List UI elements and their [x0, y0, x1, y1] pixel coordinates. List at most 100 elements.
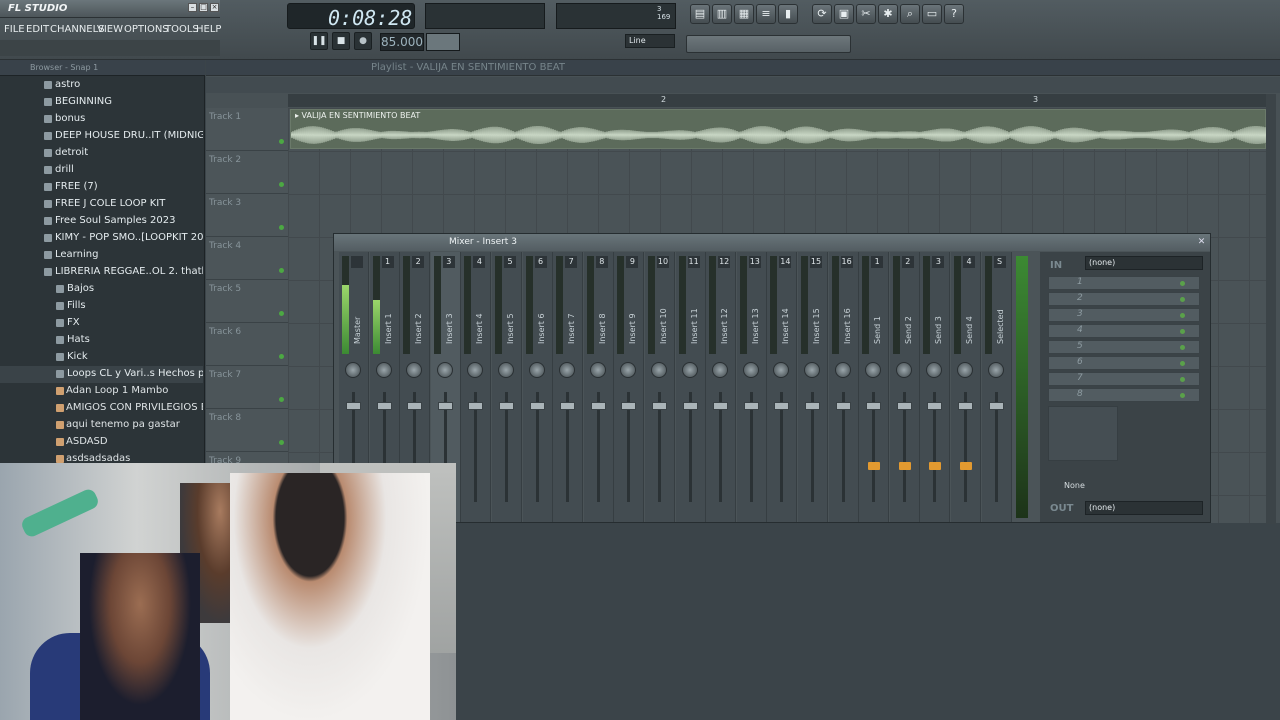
track-mute-led[interactable] [279, 268, 284, 273]
volume-fader-handle[interactable] [407, 402, 423, 410]
browser-item[interactable]: Hats [0, 332, 203, 349]
mixer-icon[interactable]: ≡ [756, 4, 776, 24]
pan-knob[interactable] [436, 362, 453, 378]
mixer-channel[interactable]: 14 Insert 14 [767, 252, 798, 522]
tools-icon[interactable]: ✂ [856, 4, 876, 24]
mixer-channel[interactable]: 2 Send 2 [889, 252, 920, 522]
minimize-icon[interactable]: – [188, 3, 197, 12]
channel-rack-icon[interactable]: ▦ [734, 4, 754, 24]
volume-fader-handle[interactable] [652, 402, 667, 410]
notes-icon[interactable]: ▭ [922, 4, 942, 24]
pattern-selector[interactable] [426, 33, 460, 51]
track-header[interactable]: Track 1 [206, 108, 288, 151]
effect-slot[interactable]: 7 [1048, 372, 1200, 386]
track-header[interactable]: Track 3 [206, 194, 288, 237]
volume-fader-handle[interactable] [529, 402, 545, 410]
mixer-tools-icon[interactable]: ✱ [878, 4, 898, 24]
browser-item[interactable]: BEGINNING [0, 94, 203, 111]
browser-item[interactable]: Fills [0, 298, 203, 315]
browser-item[interactable]: Bajos [0, 281, 203, 298]
mixer-title-bar[interactable]: Mixer - Insert 3 ✕ [334, 234, 1210, 251]
browser-item[interactable]: aqui tenemo pa gastar [0, 417, 203, 434]
pan-knob[interactable] [865, 362, 882, 378]
help-icon[interactable]: ? [944, 4, 964, 24]
volume-fader-handle[interactable] [499, 402, 514, 410]
browser-item[interactable]: Kick [0, 349, 203, 366]
browser-item[interactable]: LIBRERIA REGGAE..OL 2. thatboyr [0, 264, 203, 281]
mixer-channel[interactable]: 9 Insert 9 [614, 252, 645, 522]
slot-enable-led[interactable] [1180, 313, 1185, 318]
pan-knob[interactable] [467, 362, 484, 378]
browser-icon[interactable]: ▮ [778, 4, 798, 24]
pan-knob[interactable] [712, 362, 729, 378]
mixer-channel[interactable]: 5 Insert 5 [492, 252, 522, 522]
browser-item[interactable]: bonus [0, 111, 203, 128]
volume-fader-handle[interactable] [682, 402, 698, 410]
menu-file[interactable]: FILE [4, 24, 25, 35]
browser-item[interactable]: Loops CL y Vari..s Hechos por R [0, 366, 203, 383]
effect-slot[interactable]: 3 [1048, 308, 1200, 322]
pan-knob[interactable] [651, 362, 667, 378]
pan-knob[interactable] [559, 362, 576, 378]
send-route-indicator[interactable] [868, 462, 881, 470]
slot-enable-led[interactable] [1180, 393, 1185, 398]
mixer-channel[interactable]: 12 Insert 12 [706, 252, 737, 522]
track-mute-led[interactable] [279, 225, 284, 230]
track-mute-led[interactable] [279, 440, 284, 445]
eq-display[interactable] [1048, 406, 1118, 461]
close-icon[interactable]: × [210, 3, 219, 12]
mixer-channel[interactable]: 15 Insert 15 [798, 252, 828, 522]
mixer-channel[interactable]: 4 Insert 4 [461, 252, 492, 522]
browser-item[interactable]: FREE J COLE LOOP KIT [0, 196, 203, 213]
track-mute-led[interactable] [279, 182, 284, 187]
effect-slot[interactable]: 6 [1048, 356, 1200, 370]
volume-fader-handle[interactable] [774, 402, 790, 410]
search-icon[interactable]: ⌕ [900, 4, 920, 24]
mixer-channel[interactable]: 1 Send 1 [859, 252, 890, 522]
volume-fader-handle[interactable] [437, 402, 453, 410]
pan-knob[interactable] [620, 362, 637, 378]
slot-enable-led[interactable] [1180, 345, 1185, 350]
browser-item[interactable]: AMIGOS CON PRIVILEGIOS BEAT [0, 400, 203, 417]
volume-fader-handle[interactable] [805, 402, 820, 410]
volume-fader-handle[interactable] [621, 402, 637, 410]
slot-enable-led[interactable] [1180, 297, 1185, 302]
slot-enable-led[interactable] [1180, 281, 1185, 286]
menu-help[interactable]: HELP [196, 24, 221, 35]
pan-knob[interactable] [375, 362, 392, 378]
mixer-channel[interactable]: 3 Send 3 [920, 252, 951, 522]
volume-fader-handle[interactable] [468, 402, 484, 410]
volume-fader-handle[interactable] [927, 402, 943, 410]
mixer-channel[interactable]: 4 Send 4 [951, 252, 981, 522]
mixer-channel[interactable]: 10 Insert 10 [645, 252, 675, 522]
browser-item[interactable]: KIMY - POP SMO..[LOOPKIT 2021] [0, 230, 203, 247]
playlist-scrollbar[interactable] [1266, 94, 1276, 524]
timeline-ruler[interactable]: 2 3 [288, 94, 1268, 107]
line-mode-select[interactable]: Line [625, 34, 675, 48]
send-route-indicator[interactable] [929, 462, 942, 470]
mixer-channel[interactable]: 8 Insert 8 [583, 252, 614, 522]
volume-fader-handle[interactable] [346, 402, 361, 410]
track-mute-led[interactable] [279, 354, 284, 359]
pan-knob[interactable] [804, 362, 820, 378]
track-header[interactable]: Track 4 [206, 237, 288, 280]
volume-fader-handle[interactable] [560, 402, 576, 410]
mixer-channel[interactable]: 7 Insert 7 [553, 252, 584, 522]
volume-fader-handle[interactable] [866, 402, 882, 410]
volume-fader-handle[interactable] [590, 402, 606, 410]
effect-slot[interactable]: 4 [1048, 324, 1200, 338]
volume-fader-handle[interactable] [713, 402, 729, 410]
menu-view[interactable]: VIEW [97, 24, 123, 35]
browser-item[interactable]: FX [0, 315, 203, 332]
browser-item[interactable]: FREE (7) [0, 179, 203, 196]
mixer-channel[interactable]: S Selected [981, 252, 1012, 522]
browser-item[interactable]: astro [0, 77, 203, 94]
audio-clip[interactable]: ▸ VALIJA EN SENTIMIENTO BEAT [290, 109, 1267, 149]
master-volume-slider[interactable] [686, 35, 851, 53]
track-header[interactable]: Track 2 [206, 151, 288, 194]
send-route-indicator[interactable] [960, 462, 972, 470]
pan-knob[interactable] [406, 362, 423, 378]
record-button[interactable]: ● [354, 32, 372, 50]
effect-slot[interactable]: 8 [1048, 388, 1200, 402]
pan-knob[interactable] [926, 362, 943, 378]
